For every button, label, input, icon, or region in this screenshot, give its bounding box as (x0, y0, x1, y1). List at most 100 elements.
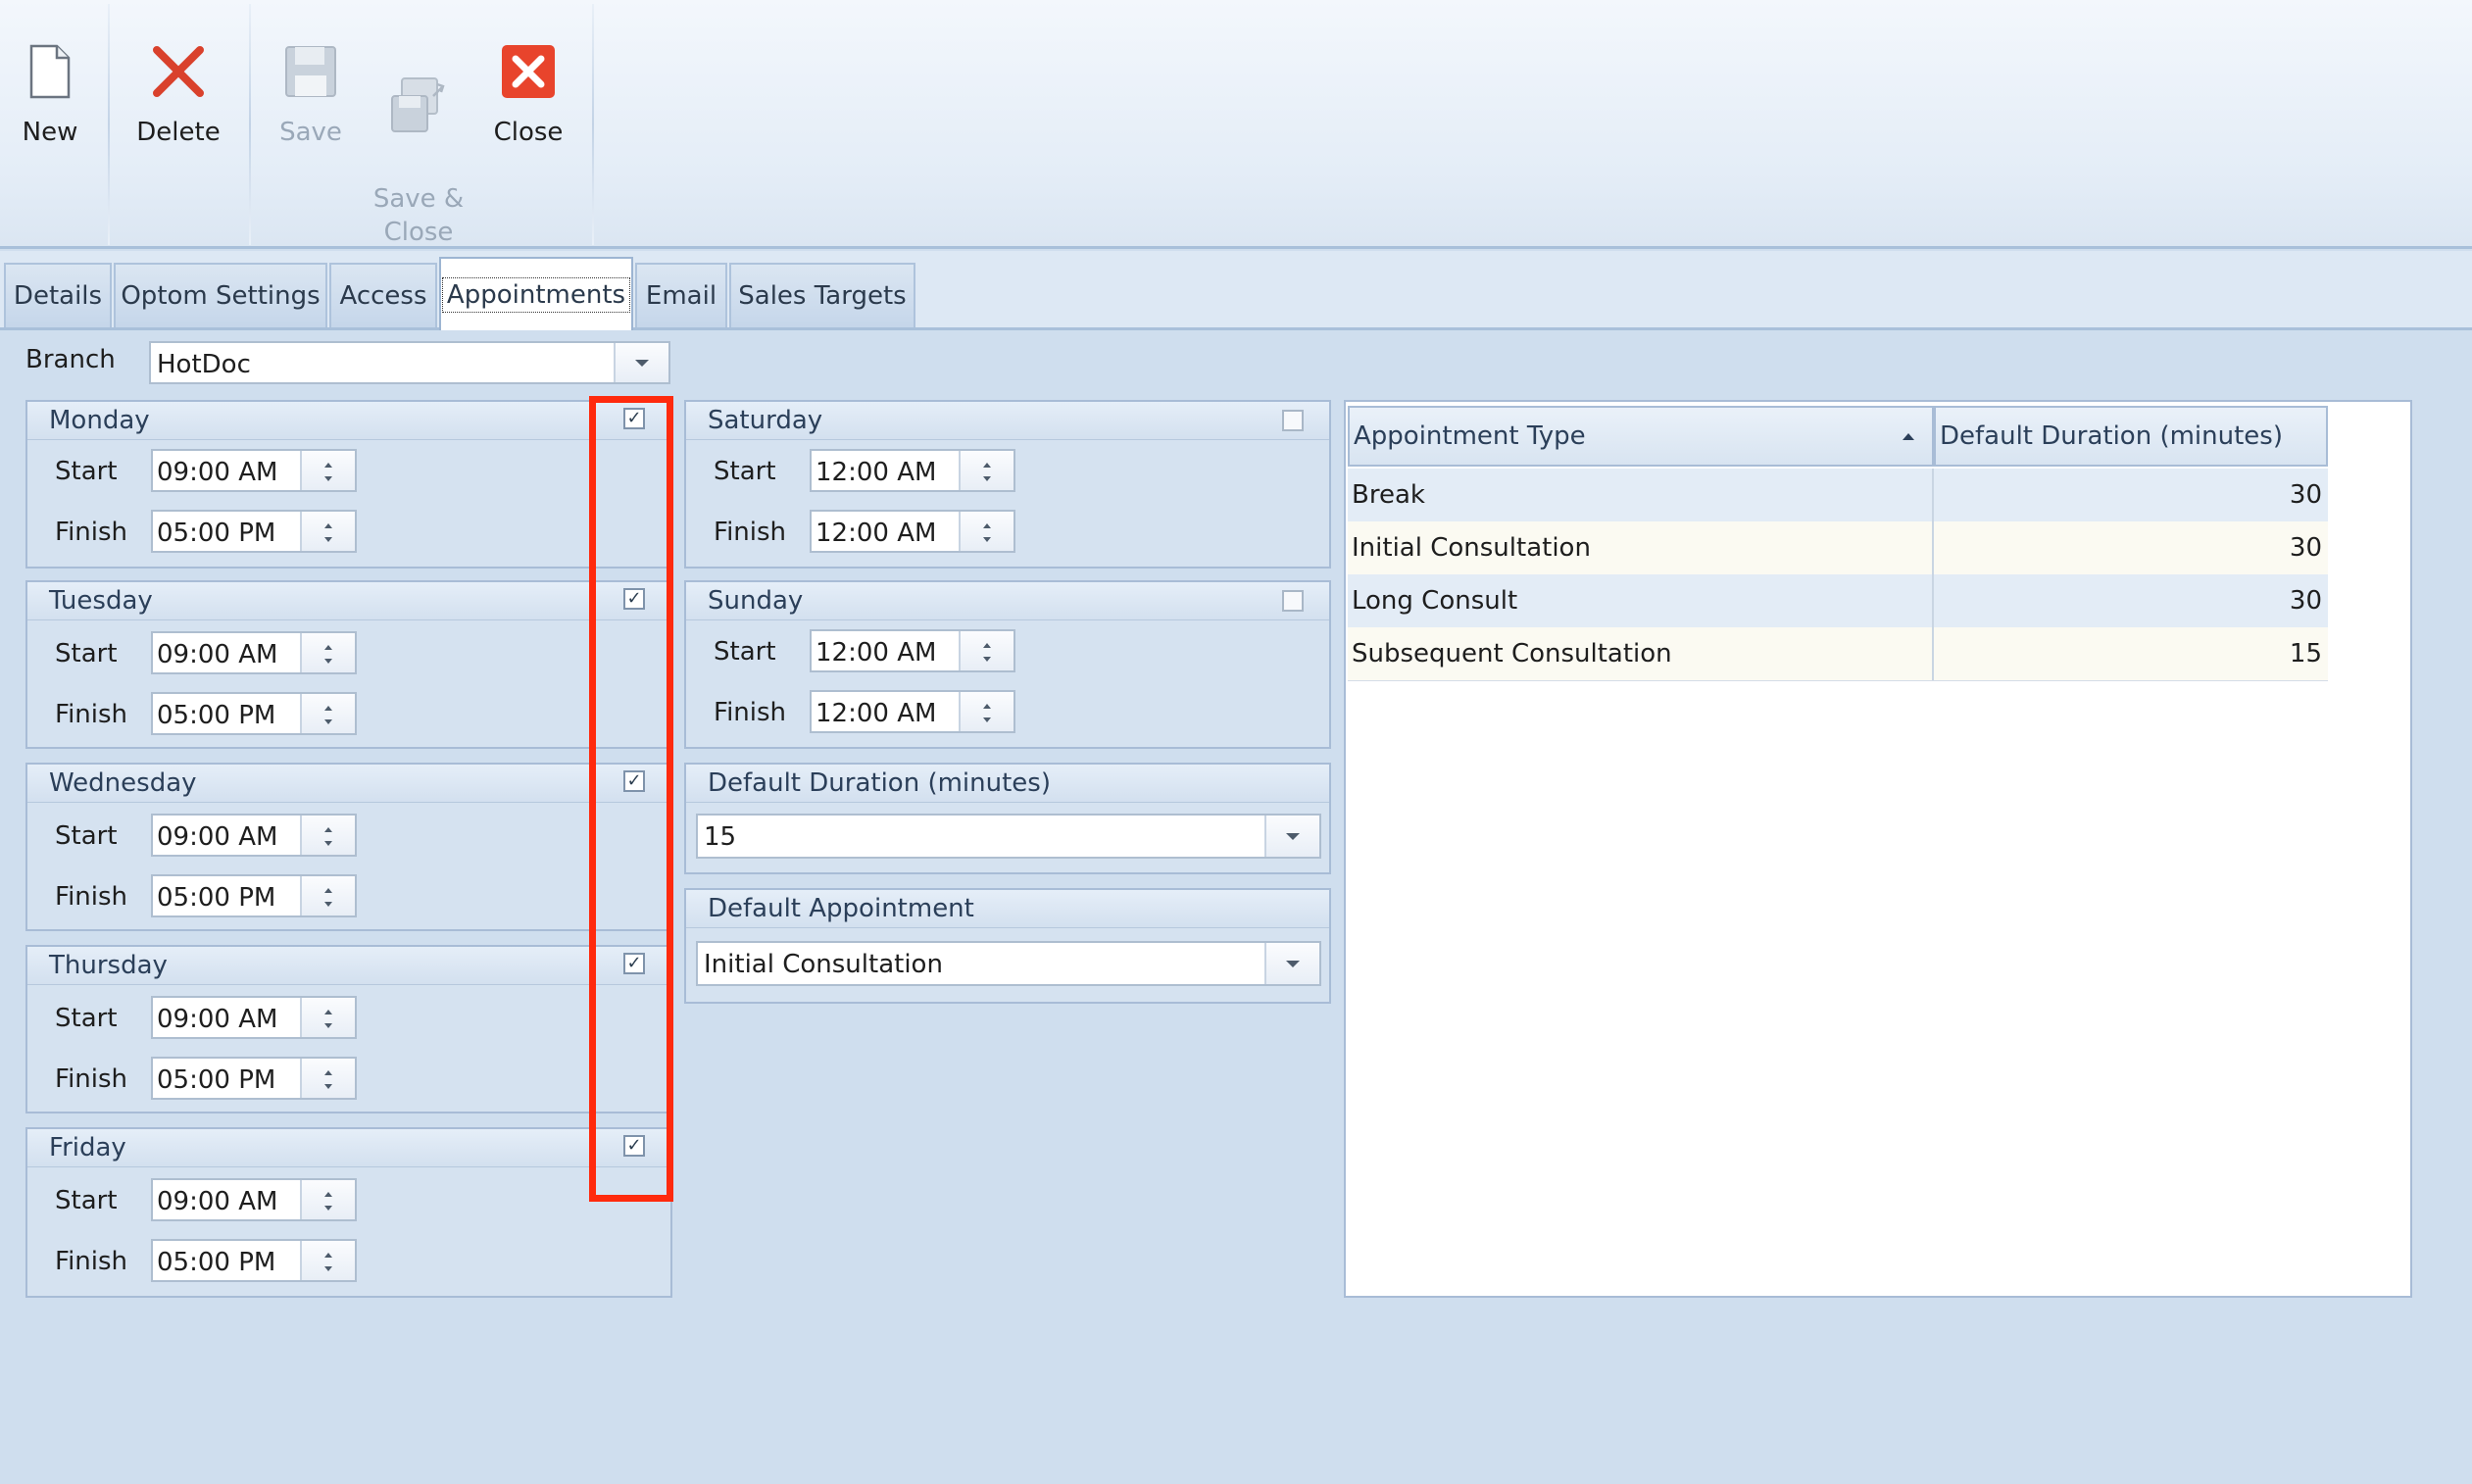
tab-details[interactable]: Details (4, 263, 112, 327)
tab-access[interactable]: Access (329, 263, 437, 327)
start-time-value: 09:00 AM (157, 458, 278, 487)
spin-buttons[interactable] (300, 512, 355, 551)
finish-time-input[interactable]: 12:00 AM (810, 510, 1015, 553)
ribbon-separator (249, 4, 251, 245)
start-time-input[interactable]: 09:00 AM (151, 1178, 357, 1221)
spin-buttons[interactable] (959, 451, 1014, 490)
duration-cell: 30 (2289, 533, 2322, 563)
new-button[interactable]: New (10, 27, 90, 149)
table-row[interactable]: Subsequent Consultation 15 (1348, 627, 2328, 681)
start-label: Start (714, 457, 776, 486)
start-time-input[interactable]: 09:00 AM (151, 996, 357, 1039)
day-name: Monday (49, 406, 150, 435)
table-row[interactable]: Break 30 (1348, 469, 2328, 522)
day-group-wednesday: Wednesday ✓ Start 09:00 AM Finish 05:00 … (25, 763, 672, 931)
tab-email[interactable]: Email (635, 263, 727, 327)
finish-time-input[interactable]: 05:00 PM (151, 1057, 357, 1100)
column-header-label: Appointment Type (1354, 421, 1586, 451)
tab-label: Optom Settings (121, 281, 321, 311)
chevron-down-icon[interactable] (614, 343, 668, 382)
start-time-input[interactable]: 12:00 AM (810, 629, 1015, 672)
day-enabled-checkbox[interactable] (1282, 590, 1304, 612)
ribbon-separator (592, 4, 594, 245)
start-time-value: 09:00 AM (157, 640, 278, 669)
save-button[interactable]: Save (267, 27, 355, 149)
default-duration-title: Default Duration (minutes) (708, 768, 1051, 798)
duration-cell: 15 (2289, 639, 2322, 668)
save-close-icon (365, 61, 472, 149)
spin-buttons[interactable] (300, 633, 355, 672)
start-label: Start (714, 637, 776, 667)
chevron-down-icon[interactable] (1264, 816, 1319, 857)
column-header-default-duration[interactable]: Default Duration (minutes) (1934, 406, 2328, 467)
day-name: Wednesday (49, 768, 197, 798)
finish-time-input[interactable]: 05:00 PM (151, 510, 357, 553)
spin-buttons[interactable] (300, 816, 355, 855)
finish-label: Finish (55, 518, 128, 547)
start-time-value: 09:00 AM (157, 1005, 278, 1034)
finish-label: Finish (55, 882, 128, 912)
appointment-type-cell: Subsequent Consultation (1348, 627, 1934, 680)
start-time-input[interactable]: 09:00 AM (151, 631, 357, 674)
start-time-input[interactable]: 09:00 AM (151, 449, 357, 492)
finish-time-input[interactable]: 05:00 PM (151, 692, 357, 735)
day-group-monday: Monday ✓ Start 09:00 AM Finish 05:00 PM (25, 400, 672, 569)
finish-time-input[interactable]: 05:00 PM (151, 1239, 357, 1282)
finish-time-value: 05:00 PM (157, 519, 276, 548)
new-label: New (22, 118, 78, 147)
new-document-icon (10, 27, 90, 116)
table-row[interactable]: Initial Consultation 30 (1348, 521, 2328, 575)
day-group-friday: Friday ✓ Start 09:00 AM Finish 05:00 PM (25, 1127, 672, 1298)
day-enabled-checkbox[interactable] (1282, 410, 1304, 431)
spin-buttons[interactable] (300, 694, 355, 733)
finish-time-input[interactable]: 12:00 AM (810, 690, 1015, 733)
default-duration-dropdown[interactable]: 15 (696, 814, 1321, 859)
day-name: Saturday (708, 406, 823, 435)
finish-label: Finish (55, 1247, 128, 1276)
tab-sales-targets[interactable]: Sales Targets (729, 263, 915, 327)
spin-buttons[interactable] (300, 876, 355, 915)
default-appointment-title: Default Appointment (708, 894, 974, 923)
spin-buttons[interactable] (300, 998, 355, 1037)
spin-buttons[interactable] (300, 1180, 355, 1219)
default-appointment-group: Default Appointment Initial Consultation (684, 888, 1331, 1004)
column-header-appointment-type[interactable]: Appointment Type (1348, 406, 1934, 467)
tab-appointments[interactable]: Appointments (439, 257, 633, 330)
save-and-close-button[interactable]: Save & Close (365, 27, 472, 282)
start-time-value: 09:00 AM (157, 1187, 278, 1216)
start-time-input[interactable]: 09:00 AM (151, 814, 357, 857)
appointment-type-cell: Long Consult (1348, 574, 1934, 627)
finish-time-value: 05:00 PM (157, 883, 276, 913)
sort-ascending-icon (1903, 433, 1914, 440)
chevron-down-icon[interactable] (1264, 943, 1319, 984)
default-duration-value: 15 (704, 822, 737, 852)
close-button[interactable]: Close (484, 27, 572, 149)
start-time-value: 12:00 AM (816, 638, 937, 668)
tab-label: Email (645, 281, 717, 311)
branch-label: Branch (25, 345, 116, 374)
finish-time-input[interactable]: 05:00 PM (151, 874, 357, 917)
spin-buttons[interactable] (300, 1059, 355, 1098)
highlight-annotation-box (589, 396, 673, 1202)
day-name: Sunday (708, 586, 804, 616)
appointment-types-grid: Appointment Type Default Duration (minut… (1344, 400, 2412, 1298)
tab-strip-border (0, 327, 2472, 330)
table-row[interactable]: Long Consult 30 (1348, 574, 2328, 628)
finish-label: Finish (55, 1064, 128, 1094)
spin-buttons[interactable] (300, 1241, 355, 1280)
spin-buttons[interactable] (300, 451, 355, 490)
spin-buttons[interactable] (959, 631, 1014, 670)
tab-label: Access (339, 281, 427, 311)
branch-dropdown[interactable]: HotDoc (149, 341, 670, 384)
tab-label: Sales Targets (738, 281, 907, 311)
spin-buttons[interactable] (959, 512, 1014, 551)
spin-buttons[interactable] (959, 692, 1014, 731)
finish-time-value: 12:00 AM (816, 699, 937, 728)
tab-optom-settings[interactable]: Optom Settings (114, 263, 327, 327)
default-duration-group: Default Duration (minutes) 15 (684, 763, 1331, 874)
default-appointment-dropdown[interactable]: Initial Consultation (696, 941, 1321, 986)
start-label: Start (55, 821, 118, 851)
delete-button[interactable]: Delete (129, 27, 227, 149)
finish-label: Finish (55, 700, 128, 729)
start-time-input[interactable]: 12:00 AM (810, 449, 1015, 492)
